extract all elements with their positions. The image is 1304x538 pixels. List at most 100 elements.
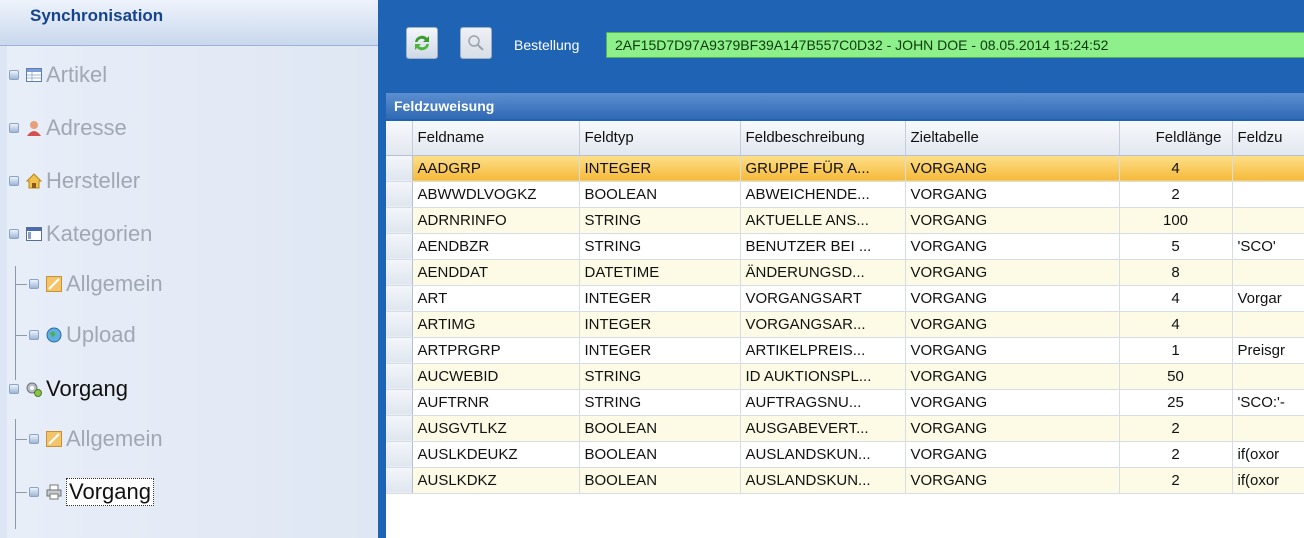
expand-icon[interactable] [29, 434, 39, 444]
cell-feldbeschreibung[interactable]: VORGANGSAR... [740, 311, 906, 338]
row-selector[interactable] [386, 363, 413, 390]
table-row[interactable]: AADGRP INTEGER GRUPPE FÜR A... VORGANG 4 [386, 155, 1304, 182]
cell-feldlaenge[interactable]: 2 [1119, 415, 1233, 442]
expand-icon[interactable] [29, 487, 39, 497]
table-row[interactable]: AUFTRNR STRING AUFTRAGSNU... VORGANG 25 'SCO:… [386, 389, 1304, 416]
cell-zieltabelle[interactable]: VORGANG [905, 441, 1120, 468]
nav-item-artikel[interactable]: Artikel [9, 58, 107, 92]
nav-item-kategorien[interactable]: Kategorien [9, 217, 152, 251]
collapse-icon[interactable] [9, 229, 19, 239]
expand-icon[interactable] [29, 330, 39, 340]
cell-feldbeschreibung[interactable]: AUSGABEVERT... [740, 415, 906, 442]
cell-feldname[interactable]: AENDBZR [412, 233, 580, 260]
cell-feldname[interactable]: ARTPRGRP [412, 337, 580, 364]
row-selector[interactable] [386, 415, 413, 442]
row-selector[interactable] [386, 285, 413, 312]
cell-feldtyp[interactable]: DATETIME [579, 259, 741, 286]
cell-feldname[interactable]: AUCWEBID [412, 363, 580, 390]
table-row[interactable]: ARTIMG INTEGER VORGANGSAR... VORGANG 4 [386, 311, 1304, 338]
nav-item-kategorien-allgemein[interactable]: Allgemein [29, 267, 163, 301]
cell-feldlaenge[interactable]: 8 [1119, 259, 1233, 286]
cell-feldlaenge[interactable]: 50 [1119, 363, 1233, 390]
table-row[interactable]: AUSGVTLKZ BOOLEAN AUSGABEVERT... VORGANG 2 [386, 415, 1304, 442]
cell-feldlaenge[interactable]: 2 [1119, 181, 1233, 208]
cell-zieltabelle[interactable]: VORGANG [905, 467, 1120, 494]
table-row[interactable]: ABWWDLVOGKZ BOOLEAN ABWEICHENDE... VORGANG 2 [386, 181, 1304, 208]
table-row[interactable]: AUCWEBID STRING ID AUKTIONSPL... VORGANG 50 [386, 363, 1304, 390]
cell-feldlaenge[interactable]: 2 [1119, 467, 1233, 494]
column-header-feldbeschreibung[interactable]: Feldbeschreibung [740, 121, 906, 156]
order-select-field[interactable]: 2AF15D7D97A9379BF39A147B557C0D32 - JOHN … [606, 32, 1304, 58]
expand-icon[interactable] [9, 176, 19, 186]
cell-feldzuweisung[interactable] [1232, 155, 1304, 182]
row-selector[interactable] [386, 389, 413, 416]
cell-feldzuweisung[interactable]: if(oxor [1232, 441, 1304, 468]
nav-item-adresse[interactable]: Adresse [9, 111, 127, 145]
row-selector[interactable] [386, 207, 413, 234]
cell-feldname[interactable]: AENDDAT [412, 259, 580, 286]
row-selector[interactable] [386, 467, 413, 494]
cell-feldbeschreibung[interactable]: ID AUKTIONSPL... [740, 363, 906, 390]
cell-feldlaenge[interactable]: 100 [1119, 207, 1233, 234]
column-header-feldzuweisung[interactable]: Feldzu [1232, 121, 1304, 156]
nav-item-vorgang-allgemein[interactable]: Allgemein [29, 422, 163, 456]
column-header-feldname[interactable]: Feldname [412, 121, 580, 156]
cell-feldname[interactable]: AUSLKDEUKZ [412, 441, 580, 468]
cell-feldbeschreibung[interactable]: ÄNDERUNGSD... [740, 259, 906, 286]
cell-feldzuweisung[interactable] [1232, 259, 1304, 286]
column-header-zieltabelle[interactable]: Zieltabelle [905, 121, 1120, 156]
cell-feldtyp[interactable]: STRING [579, 233, 741, 260]
cell-feldzuweisung[interactable] [1232, 363, 1304, 390]
row-selector[interactable] [386, 233, 413, 260]
cell-zieltabelle[interactable]: VORGANG [905, 233, 1120, 260]
row-selector[interactable] [386, 155, 413, 182]
nav-item-vorgang-vorgang[interactable]: Vorgang [29, 475, 154, 509]
cell-feldtyp[interactable]: BOOLEAN [579, 415, 741, 442]
cell-feldbeschreibung[interactable]: ABWEICHENDE... [740, 181, 906, 208]
cell-feldname[interactable]: AUFTRNR [412, 389, 580, 416]
cell-zieltabelle[interactable]: VORGANG [905, 285, 1120, 312]
cell-feldbeschreibung[interactable]: AUSLANDSKUN... [740, 467, 906, 494]
cell-feldzuweisung[interactable] [1232, 181, 1304, 208]
table-row[interactable]: AUSLKDEUKZ BOOLEAN AUSLANDSKUN... VORGANG 2 i… [386, 441, 1304, 468]
cell-feldzuweisung[interactable] [1232, 207, 1304, 234]
row-selector[interactable] [386, 181, 413, 208]
cell-feldtyp[interactable]: STRING [579, 363, 741, 390]
nav-item-hersteller[interactable]: Hersteller [9, 164, 140, 198]
cell-feldname[interactable]: ABWWDLVOGKZ [412, 181, 580, 208]
cell-zieltabelle[interactable]: VORGANG [905, 155, 1120, 182]
cell-feldtyp[interactable]: BOOLEAN [579, 467, 741, 494]
table-row[interactable]: AUSLKDKZ BOOLEAN AUSLANDSKUN... VORGANG 2 if(… [386, 467, 1304, 494]
table-row[interactable]: ARTPRGRP INTEGER ARTIKELPREIS... VORGANG 1 Pr… [386, 337, 1304, 364]
cell-feldbeschreibung[interactable]: BENUTZER BEI ... [740, 233, 906, 260]
cell-feldzuweisung[interactable] [1232, 311, 1304, 338]
cell-feldbeschreibung[interactable]: AKTUELLE ANS... [740, 207, 906, 234]
cell-feldzuweisung[interactable] [1232, 415, 1304, 442]
cell-feldtyp[interactable]: INTEGER [579, 285, 741, 312]
cell-feldname[interactable]: AUSLKDKZ [412, 467, 580, 494]
row-selector[interactable] [386, 441, 413, 468]
cell-feldzuweisung[interactable]: 'SCO' [1232, 233, 1304, 260]
cell-feldbeschreibung[interactable]: GRUPPE FÜR A... [740, 155, 906, 182]
cell-feldbeschreibung[interactable]: VORGANGSART [740, 285, 906, 312]
cell-zieltabelle[interactable]: VORGANG [905, 389, 1120, 416]
cell-feldbeschreibung[interactable]: AUSLANDSKUN... [740, 441, 906, 468]
cell-feldtyp[interactable]: INTEGER [579, 155, 741, 182]
cell-feldname[interactable]: ARTIMG [412, 311, 580, 338]
nav-item-kategorien-upload[interactable]: Upload [29, 318, 136, 352]
cell-feldname[interactable]: ART [412, 285, 580, 312]
cell-feldname[interactable]: AUSGVTLKZ [412, 415, 580, 442]
cell-feldname[interactable]: AADGRP [412, 155, 580, 182]
row-selector[interactable] [386, 337, 413, 364]
cell-feldlaenge[interactable]: 4 [1119, 285, 1233, 312]
table-row[interactable]: AENDDAT DATETIME ÄNDERUNGSD... VORGANG 8 [386, 259, 1304, 286]
cell-zieltabelle[interactable]: VORGANG [905, 207, 1120, 234]
table-row[interactable]: ART INTEGER VORGANGSART VORGANG 4 Vorgar [386, 285, 1304, 312]
collapse-icon[interactable] [9, 384, 19, 394]
cell-feldbeschreibung[interactable]: ARTIKELPREIS... [740, 337, 906, 364]
cell-feldtyp[interactable]: STRING [579, 207, 741, 234]
cell-zieltabelle[interactable]: VORGANG [905, 337, 1120, 364]
cell-feldname[interactable]: ADRNRINFO [412, 207, 580, 234]
cell-zieltabelle[interactable]: VORGANG [905, 259, 1120, 286]
cell-feldzuweisung[interactable]: if(oxor [1232, 467, 1304, 494]
